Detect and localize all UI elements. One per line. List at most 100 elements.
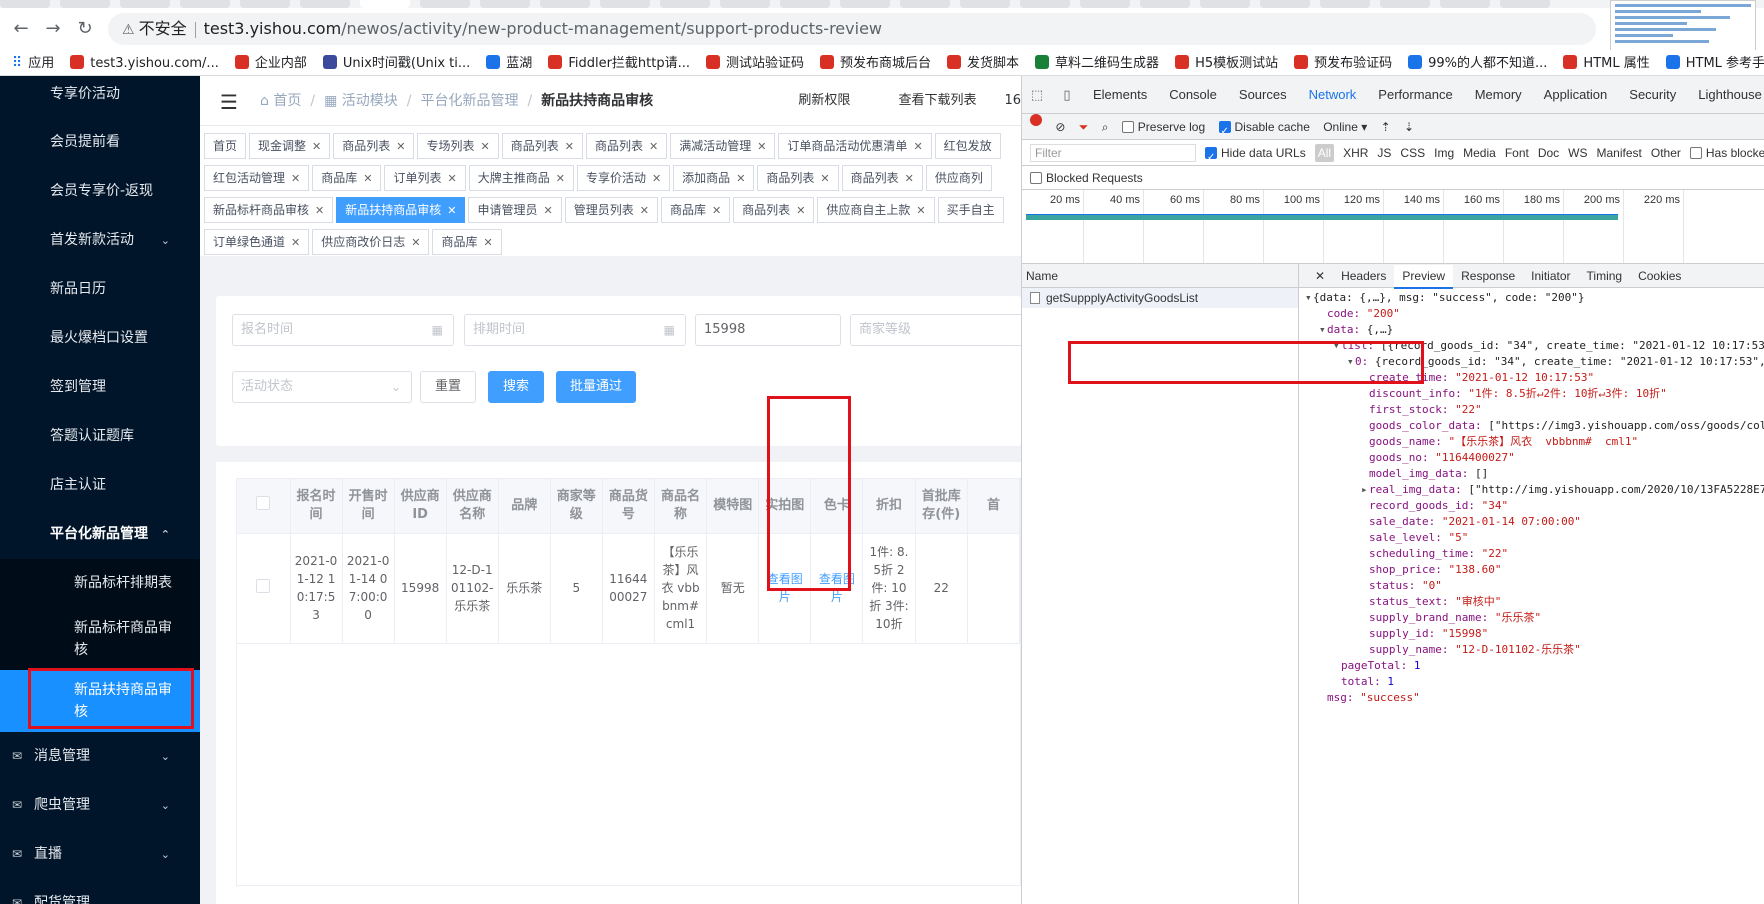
json-line[interactable]: ▸real_img_data: ["http://img.yishouapp.c… — [1299, 482, 1764, 498]
disable-cache-checkbox[interactable]: Disable cache — [1218, 114, 1310, 139]
search-icon[interactable]: ⌕ — [1102, 114, 1109, 139]
filter-type-other[interactable]: Other — [1651, 140, 1681, 165]
filter-funnel-icon[interactable]: ⏷ — [1079, 114, 1089, 139]
view-color-card-link[interactable]: 查看图片 — [819, 572, 855, 604]
devtools-tab[interactable]: Network — [1298, 77, 1368, 113]
sidebar-item[interactable]: 会员提前看 — [0, 118, 200, 167]
close-icon[interactable]: ✕ — [291, 172, 300, 185]
sidebar-item[interactable]: 会员专享价-返现 — [0, 167, 200, 216]
has-blocked-checkbox[interactable]: Has blocked — [1689, 140, 1764, 165]
bookmark-item[interactable]: test3.yishou.com/... — [70, 51, 219, 75]
close-icon[interactable]: ✕ — [640, 204, 649, 217]
reload-icon[interactable]: ↻ — [74, 18, 96, 40]
browser-tab[interactable] — [780, 0, 830, 8]
close-icon[interactable]: ✕ — [396, 140, 405, 153]
browser-tab[interactable] — [840, 0, 890, 8]
tag-item[interactable]: 首页 — [204, 133, 247, 159]
detail-tab[interactable]: Initiator — [1523, 264, 1578, 288]
browser-tab[interactable] — [540, 0, 590, 8]
browser-tab[interactable] — [720, 0, 770, 8]
breadcrumb-new-product[interactable]: 平台化新品管理 — [420, 93, 518, 109]
devtools-tab[interactable]: Performance — [1367, 76, 1463, 113]
sidebar-item[interactable]: 首发新款活动 ⌄ — [0, 216, 200, 265]
tag-item[interactable]: 商品库 ✕ — [660, 197, 731, 223]
close-icon[interactable]: ✕ — [736, 172, 745, 185]
expand-triangle-icon[interactable]: ▸ — [1361, 482, 1369, 498]
json-line[interactable]: ▾list: [{record_goods_id: "34", create_t… — [1299, 338, 1764, 354]
tag-item[interactable]: 商品列表 ✕ — [841, 165, 923, 191]
close-icon[interactable]: ✕ — [291, 236, 300, 249]
breadcrumb-activity[interactable]: 活动模块 — [342, 93, 398, 109]
browser-tab[interactable] — [480, 0, 530, 8]
browser-tab[interactable] — [960, 0, 1010, 8]
tag-item[interactable]: 商品库 ✕ — [432, 229, 502, 255]
close-icon[interactable]: ✕ — [483, 236, 492, 249]
schedule-time-picker[interactable]: 排期时间 ▦ — [464, 314, 686, 346]
browser-tab[interactable] — [1260, 0, 1310, 8]
back-icon[interactable]: ← — [10, 18, 32, 40]
close-icon[interactable]: ✕ — [565, 140, 574, 153]
browser-tab[interactable] — [180, 0, 230, 8]
hamburger-icon[interactable]: ☰ — [220, 90, 238, 114]
filter-type-manifest[interactable]: Manifest — [1597, 140, 1642, 165]
detail-tab[interactable]: Cookies — [1630, 264, 1689, 288]
tag-item[interactable]: 满减活动管理 ✕ — [670, 133, 776, 159]
sidebar-item[interactable]: 新品标杆商品审核 — [0, 608, 200, 670]
browser-tab[interactable] — [240, 0, 290, 8]
device-toggle-icon[interactable]: ▯ — [1052, 76, 1082, 113]
browser-tab[interactable] — [900, 0, 950, 8]
close-icon[interactable]: ✕ — [712, 204, 721, 217]
expand-triangle-icon[interactable]: ▾ — [1347, 354, 1355, 370]
download-list-link[interactable]: 查看下载列表 — [898, 93, 976, 108]
close-icon[interactable]: ✕ — [649, 140, 658, 153]
tag-item[interactable]: 订单绿色通道 ✕ — [204, 229, 310, 255]
browser-tab[interactable] — [600, 0, 650, 8]
filter-type-font[interactable]: Font — [1505, 140, 1529, 165]
detail-tab[interactable]: Response — [1453, 264, 1523, 288]
sidebar-item[interactable]: 签到管理 — [0, 363, 200, 412]
devtools-tab[interactable]: Console — [1158, 76, 1228, 113]
close-icon[interactable]: ✕ — [363, 172, 372, 185]
tag-item[interactable]: 商品库 ✕ — [312, 165, 382, 191]
hide-data-urls-checkbox[interactable]: Hide data URLs — [1205, 140, 1306, 165]
expand-triangle-icon[interactable]: ▾ — [1305, 290, 1313, 306]
browser-tab[interactable] — [1380, 0, 1430, 8]
devtools-tab[interactable]: Elements — [1082, 76, 1158, 113]
activity-status-select[interactable]: 活动状态 ⌄ — [232, 371, 412, 403]
close-icon[interactable]: ✕ — [820, 172, 829, 185]
refresh-permission-link[interactable]: 刷新权限 — [798, 93, 850, 108]
blocked-requests-checkbox[interactable]: Blocked Requests — [1022, 166, 1764, 190]
browser-tab[interactable] — [660, 0, 710, 8]
browser-tab[interactable] — [1320, 0, 1370, 8]
bookmark-item[interactable]: 蓝湖 — [486, 51, 532, 75]
devtools-tab[interactable]: Security — [1618, 76, 1687, 113]
browser-tab[interactable] — [300, 0, 350, 8]
sidebar-item[interactable]: 店主认证 — [0, 461, 200, 510]
tag-item[interactable]: 订单商品活动优惠清单 ✕ — [778, 133, 932, 159]
upload-icon[interactable]: ⇡ — [1381, 114, 1391, 139]
sidebar-item[interactable]: 新品标杆排期表 — [0, 559, 200, 608]
filter-type-xhr[interactable]: XHR — [1343, 140, 1368, 165]
close-icon[interactable]: ✕ — [916, 204, 925, 217]
browser-tab[interactable] — [1500, 0, 1550, 8]
view-real-img-link[interactable]: 查看图片 — [767, 572, 803, 604]
tag-item[interactable]: 订单列表 ✕ — [384, 165, 466, 191]
merchant-level-select[interactable]: 商家等级 — [850, 314, 1021, 346]
tag-item[interactable]: 现金调整 ✕ — [249, 133, 331, 159]
detail-tab[interactable]: Timing — [1579, 264, 1631, 288]
sidebar-item[interactable]: ✉ 爬虫管理 ⌄ — [0, 781, 200, 830]
browser-tab-strip[interactable] — [0, 0, 1600, 8]
sidebar-item[interactable]: ✉ 消息管理 ⌄ — [0, 732, 200, 781]
json-line[interactable]: ▾0: {record_goods_id: "34", create_time:… — [1299, 354, 1764, 370]
url-omnibox[interactable]: ⚠ 不安全 test3.yishou.com/newos/activity/new-… — [108, 13, 1596, 45]
close-icon[interactable]: ✕ — [1307, 264, 1333, 288]
filter-type-css[interactable]: CSS — [1400, 140, 1425, 165]
close-icon[interactable]: ✕ — [411, 236, 420, 249]
row-checkbox[interactable] — [237, 533, 291, 644]
bookmark-item[interactable]: Fiddler拦截http请... — [548, 51, 690, 75]
browser-tab[interactable] — [1140, 0, 1190, 8]
tag-item[interactable]: 供应商列 — [925, 165, 992, 191]
tag-item[interactable]: 添加商品 ✕ — [673, 165, 755, 191]
bookmark-item[interactable]: 草料二维码生成器 — [1035, 51, 1159, 75]
close-icon[interactable]: ✕ — [796, 204, 805, 217]
